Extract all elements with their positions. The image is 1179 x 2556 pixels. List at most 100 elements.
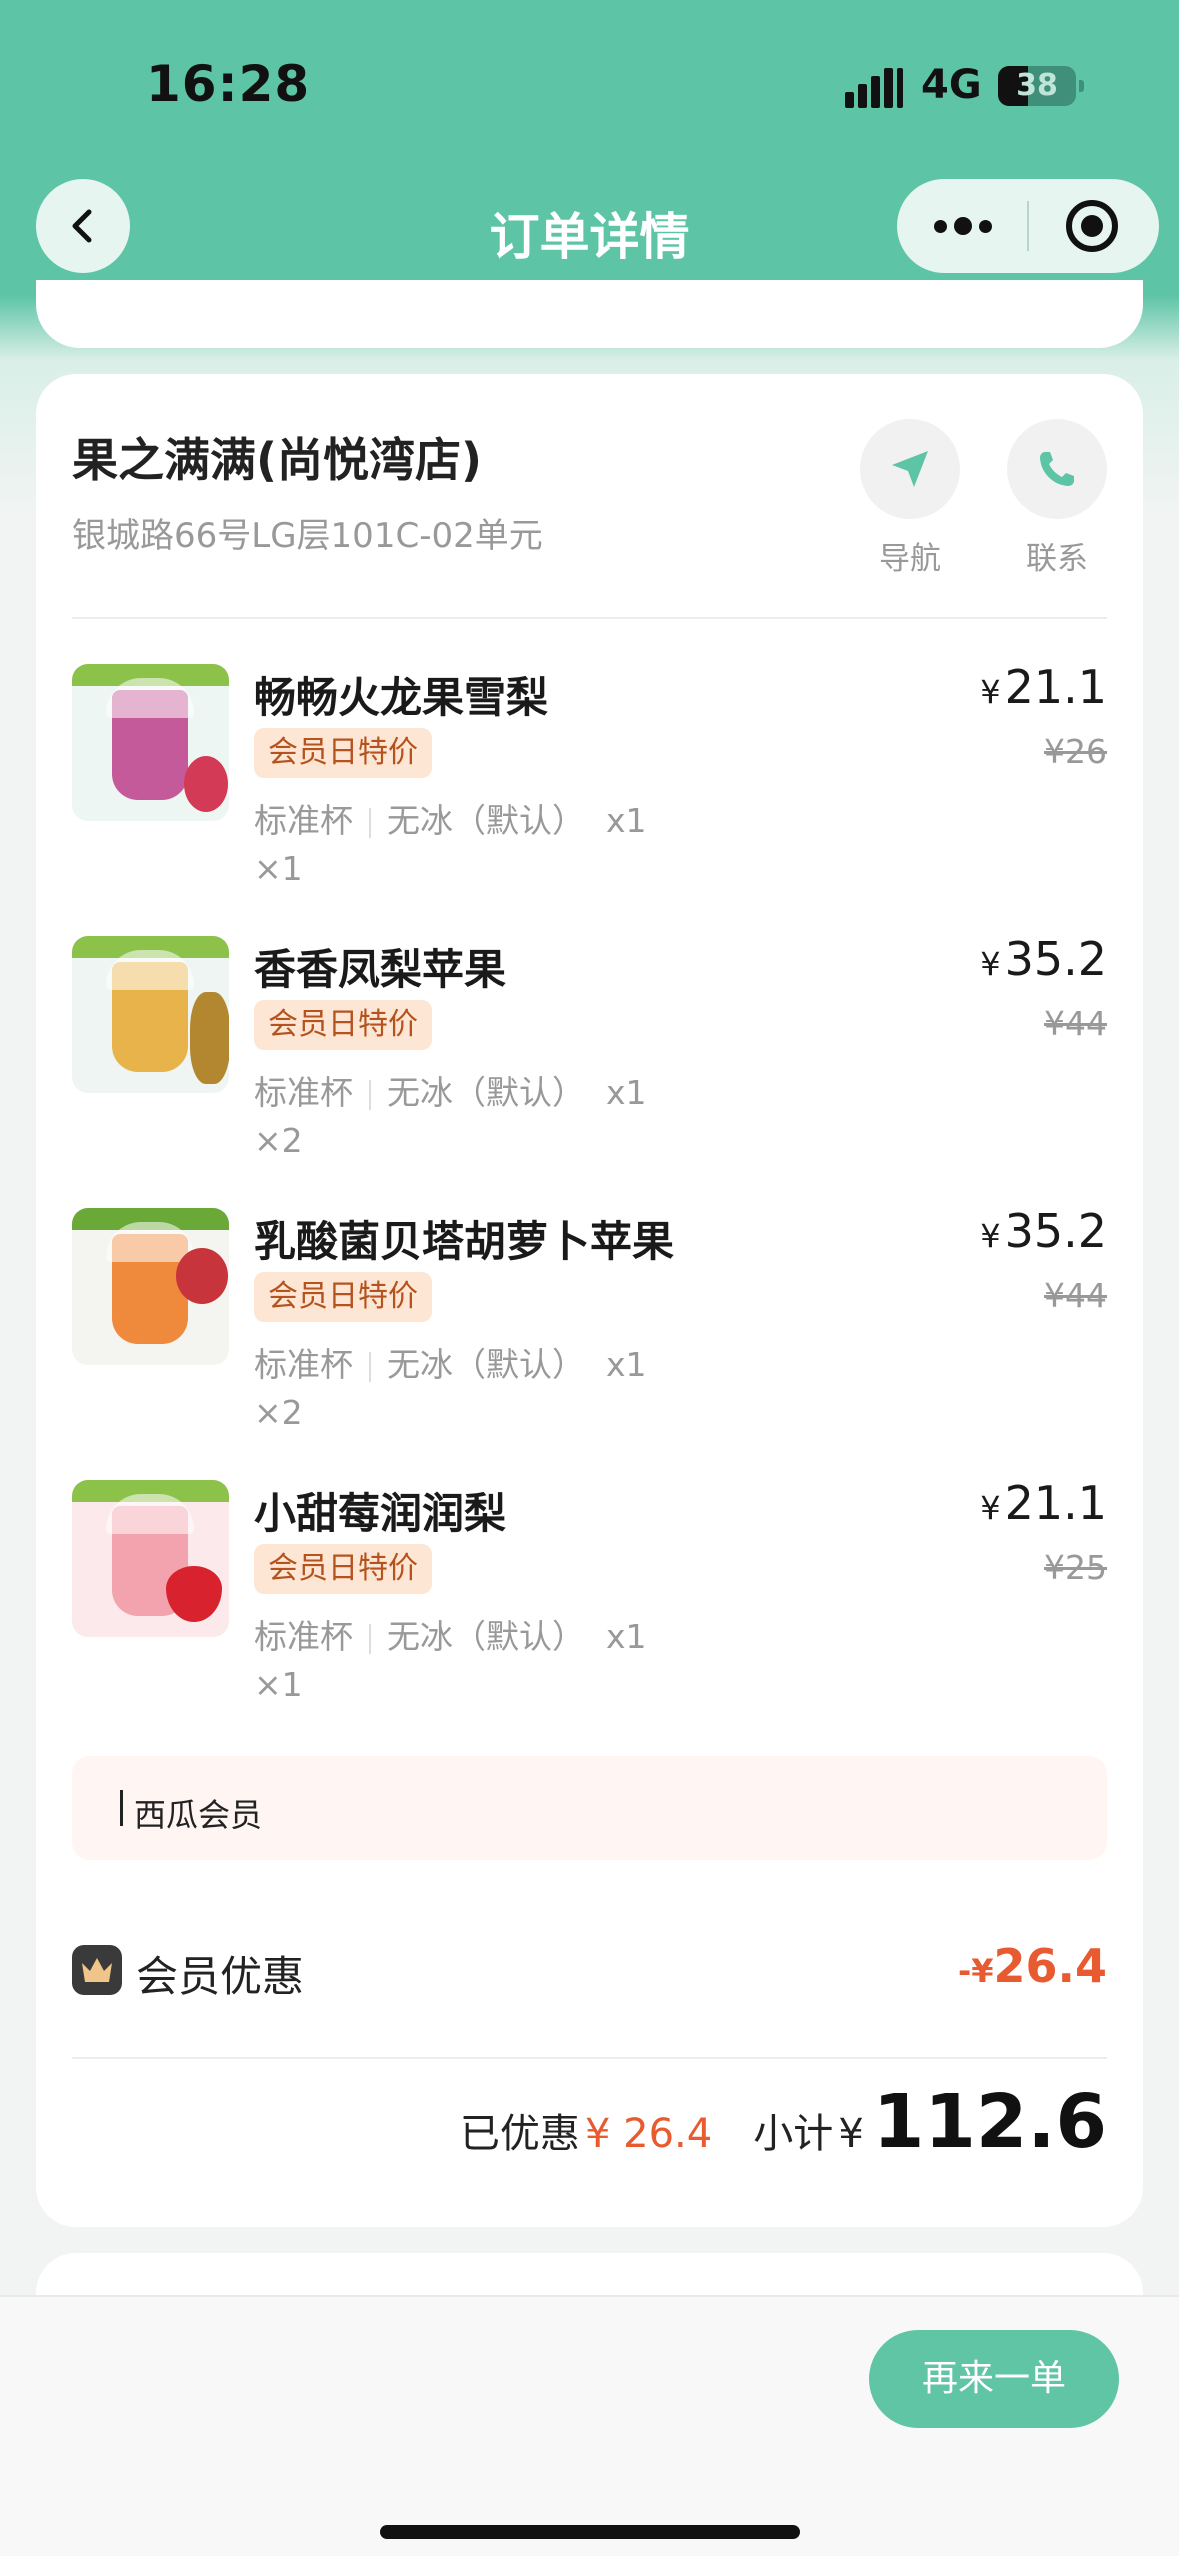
- spec-qty: x1: [605, 1073, 647, 1112]
- spec-ice: 无冰（默认）: [387, 1617, 585, 1656]
- more-dots-icon[interactable]: [933, 201, 993, 251]
- store-name: 果之满满(尚悦湾店): [72, 433, 483, 487]
- spec-size: 标准杯: [254, 1617, 353, 1656]
- phone-icon: [1040, 452, 1074, 486]
- navigate-button[interactable]: 导航: [860, 419, 960, 578]
- status-time: 16:28: [146, 55, 311, 113]
- item-name: 小甜莓润润梨: [254, 1489, 507, 1538]
- item-spec: 标准杯 无冰（默认） x1: [254, 1610, 647, 1658]
- previous-card: [36, 280, 1143, 348]
- record-target-icon[interactable]: [1066, 200, 1118, 252]
- navigate-label: 导航: [879, 541, 941, 577]
- item-spec: 标准杯 无冰（默认） x1: [254, 1338, 647, 1386]
- price-value: 35.2: [1004, 1204, 1107, 1258]
- contact-button[interactable]: 联系: [1007, 419, 1107, 578]
- battery-percent: 38: [1016, 68, 1058, 103]
- item-price: ¥21.1: [980, 1476, 1107, 1530]
- battery-icon: 38: [998, 66, 1076, 106]
- discount-prefix: -: [957, 1952, 972, 1990]
- product-image: [72, 936, 229, 1093]
- spec-qty: x1: [605, 1345, 647, 1384]
- spec-divider: [369, 1351, 371, 1382]
- bottom-action-bar: 再来一单: [0, 2295, 1179, 2556]
- order-item[interactable]: 香香凤梨苹果 会员日特价 标准杯 无冰（默认） x1 ×2 ¥35.2 ¥44: [72, 932, 1107, 1186]
- spec-divider: [369, 807, 371, 838]
- price-symbol: ¥: [980, 945, 1001, 983]
- original-price: ¥44: [1044, 1276, 1107, 1315]
- subtotal-value: 112.6: [872, 2079, 1107, 2165]
- original-price: ¥44: [1044, 1004, 1107, 1043]
- item-name: 乳酸菌贝塔胡萝卜苹果: [254, 1217, 675, 1266]
- subtotal-label: 小计: [753, 2111, 834, 2157]
- spec-size: 标准杯: [254, 801, 353, 840]
- store-address: 银城路66号LG层101C-02单元: [72, 516, 543, 556]
- divider: [72, 2057, 1107, 2059]
- price-symbol: ¥: [980, 673, 1001, 711]
- fruit-shape: [184, 756, 228, 812]
- original-price: ¥25: [1044, 1548, 1107, 1587]
- totals-row: 已优惠 ¥ 26.4 小计 ¥ 112.6: [72, 2079, 1107, 2179]
- item-spec: 标准杯 无冰（默认） x1: [254, 1066, 647, 1114]
- spec-ice: 无冰（默认）: [387, 1073, 585, 1112]
- item-name: 香香凤梨苹果: [254, 945, 507, 994]
- fruit-shape: [190, 992, 229, 1084]
- spec-size: 标准杯: [254, 1073, 353, 1112]
- price-value: 21.1: [1004, 1476, 1107, 1530]
- product-image: [72, 664, 229, 821]
- item-price: ¥21.1: [980, 660, 1107, 714]
- member-box: 西瓜会员: [72, 1756, 1107, 1860]
- spec-ice: 无冰（默认）: [387, 801, 585, 840]
- navigation-bar: 订单详情: [0, 175, 1179, 295]
- item-spec: 标准杯 无冰（默认） x1: [254, 794, 647, 842]
- order-item[interactable]: 乳酸菌贝塔胡萝卜苹果 会员日特价 标准杯 无冰（默认） x1 ×2 ¥35.2 ¥…: [72, 1204, 1107, 1458]
- item-quantity: ×1: [254, 1665, 303, 1704]
- battery-tip: [1079, 80, 1084, 92]
- divider: [72, 617, 1107, 619]
- order-card: 果之满满(尚悦湾店) 银城路66号LG层101C-02单元 导航 联系 畅畅火龙…: [36, 374, 1143, 2227]
- spec-size: 标准杯: [254, 1345, 353, 1384]
- fruit-shape: [176, 1248, 228, 1304]
- promo-badge: 会员日特价: [254, 1272, 432, 1322]
- original-price: ¥26: [1044, 732, 1107, 771]
- reorder-button[interactable]: 再来一单: [869, 2330, 1119, 2428]
- member-text: 西瓜会员: [134, 1796, 263, 1834]
- order-item[interactable]: 小甜莓润润梨 会员日特价 标准杯 无冰（默认） x1 ×1 ¥21.1 ¥25: [72, 1476, 1107, 1730]
- crown-glyph: [82, 1958, 112, 1982]
- navigate-icon-circle: [860, 419, 960, 519]
- member-mark: [120, 1790, 123, 1826]
- status-bar: 16:28 4G 38: [0, 0, 1179, 175]
- subtotal-symbol: ¥: [838, 2111, 864, 2157]
- crown-icon: [72, 1945, 122, 1995]
- discount-label: 会员优惠: [136, 1952, 305, 2001]
- product-image: [72, 1480, 229, 1637]
- item-price: ¥35.2: [980, 1204, 1107, 1258]
- saved-label: 已优惠: [459, 2111, 580, 2157]
- navigation-arrow-icon: [892, 451, 928, 487]
- spec-ice: 无冰（默认）: [387, 1345, 585, 1384]
- item-quantity: ×2: [254, 1393, 303, 1432]
- spec-divider: [369, 1079, 371, 1110]
- promo-badge: 会员日特价: [254, 1544, 432, 1594]
- member-discount-row: 会员优惠 -¥26.4: [72, 1939, 1107, 2019]
- item-quantity: ×2: [254, 1121, 303, 1160]
- cellular-signal-icon: [845, 68, 905, 108]
- fruit-shape: [166, 1566, 222, 1622]
- price-symbol: ¥: [980, 1489, 1001, 1527]
- price-symbol: ¥: [980, 1217, 1001, 1255]
- promo-badge: 会员日特价: [254, 728, 432, 778]
- spec-qty: x1: [605, 801, 647, 840]
- spec-divider: [369, 1623, 371, 1654]
- discount-value: -¥26.4: [958, 1939, 1107, 1993]
- totals-inner: 已优惠 ¥ 26.4 小计 ¥ 112.6: [460, 2079, 1107, 2165]
- product-image: [72, 1208, 229, 1365]
- home-indicator: [380, 2525, 800, 2539]
- item-name: 畅畅火龙果雪梨: [254, 673, 549, 722]
- discount-symbol: ¥: [971, 1952, 994, 1990]
- promo-badge: 会员日特价: [254, 1000, 432, 1050]
- discount-amount: 26.4: [993, 1939, 1108, 1993]
- price-value: 35.2: [1004, 932, 1107, 986]
- spec-qty: x1: [605, 1617, 647, 1656]
- order-item[interactable]: 畅畅火龙果雪梨 会员日特价 标准杯 无冰（默认） x1 ×1 ¥21.1 ¥26: [72, 660, 1107, 914]
- mini-program-capsule: [897, 179, 1159, 273]
- item-price: ¥35.2: [980, 932, 1107, 986]
